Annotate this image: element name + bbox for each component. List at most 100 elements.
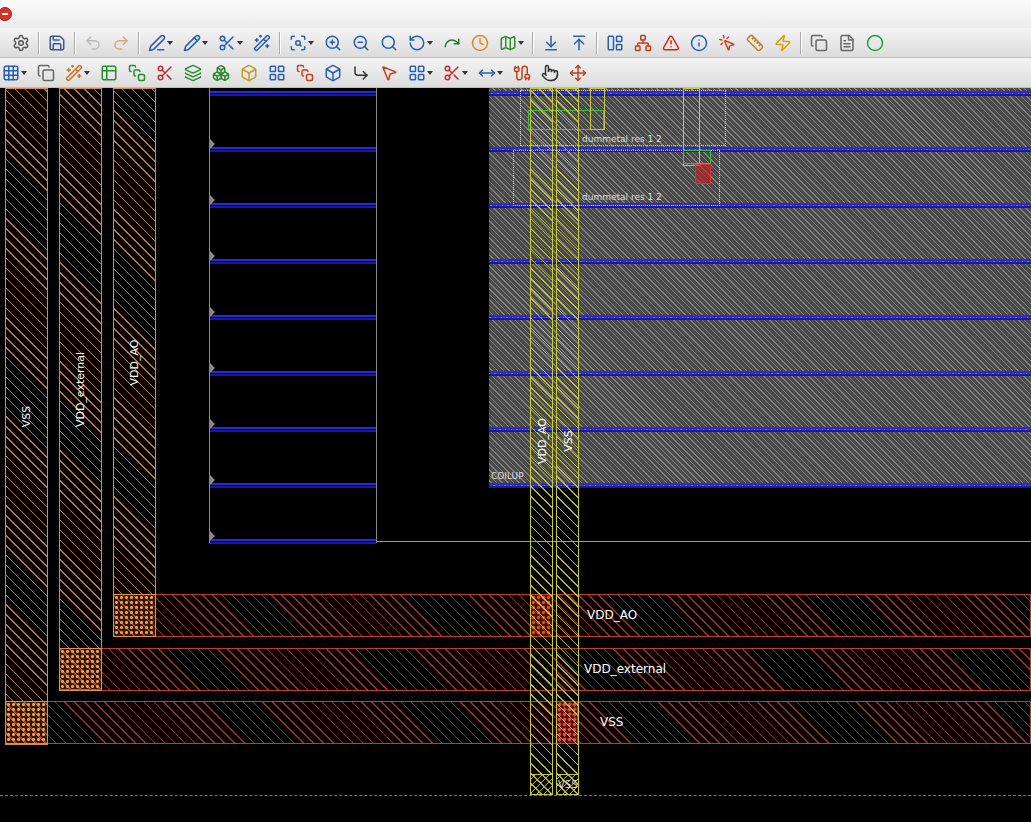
edit-tool-button[interactable] (378, 61, 400, 85)
block-power-rail[interactable]: VSS (556, 88, 579, 795)
tool-icon (478, 64, 496, 82)
dropdown-caret-icon[interactable] (237, 41, 243, 45)
standard-cell-rows[interactable] (209, 88, 377, 543)
via-stack[interactable] (113, 594, 156, 637)
horizontal-power-rail[interactable] (5, 701, 1031, 744)
edit-tool-button[interactable] (441, 61, 470, 85)
main-tool-button[interactable] (688, 31, 710, 55)
dropdown-caret-icon[interactable] (427, 41, 433, 45)
dropdown-caret-icon[interactable] (497, 71, 503, 75)
edit-tool-button[interactable] (406, 61, 435, 85)
tool-icon (112, 34, 130, 52)
dropdown-caret-icon[interactable] (202, 41, 208, 45)
edit-tool-button[interactable] (567, 61, 589, 85)
edit-tool-button[interactable] (238, 61, 260, 85)
instance-label: dummetal res 1 2 (582, 192, 662, 202)
main-tool-button[interactable] (744, 31, 766, 55)
main-tool-button[interactable] (469, 31, 491, 55)
edit-tool-button[interactable] (35, 61, 57, 85)
row-rail (210, 427, 376, 432)
block-power-rail[interactable]: VDD_AO (530, 88, 553, 795)
rail-label: VDD_external (74, 351, 87, 426)
tool-icon (100, 64, 118, 82)
main-tool-button[interactable] (716, 31, 738, 55)
main-tool-button[interactable] (146, 31, 175, 55)
dropdown-caret-icon[interactable] (518, 41, 524, 45)
toolbar-separator (532, 32, 534, 54)
layout-canvas[interactable]: VSSVDD_externalVDD_AOCOILUPdummetal res … (0, 88, 1031, 822)
edit-tool-button[interactable] (322, 61, 344, 85)
vertical-power-rail[interactable]: VSS (5, 88, 48, 745)
main-tool-button[interactable] (836, 31, 858, 55)
main-tool-button[interactable] (82, 31, 104, 55)
pin-shape[interactable] (683, 150, 711, 164)
main-tool-button[interactable] (181, 31, 210, 55)
main-tool-button[interactable] (10, 31, 32, 55)
tool-icon (838, 34, 856, 52)
main-tool-button[interactable] (540, 31, 562, 55)
main-tool-button[interactable] (378, 31, 400, 55)
wire-shape[interactable] (590, 88, 605, 130)
tool-icon (443, 64, 461, 82)
edit-tool-button[interactable] (182, 61, 204, 85)
toolbar-separator (800, 32, 802, 54)
tool-icon (774, 34, 792, 52)
edit-tool-button[interactable] (539, 61, 561, 85)
main-tool-button[interactable] (568, 31, 590, 55)
main-tool-button[interactable] (46, 31, 68, 55)
edit-tool-button[interactable] (266, 61, 288, 85)
main-tool-button[interactable] (441, 31, 463, 55)
main-tool-button[interactable] (216, 31, 245, 55)
via-stack[interactable] (5, 701, 48, 744)
main-tool-button[interactable] (772, 31, 794, 55)
edit-tool-button[interactable] (350, 61, 372, 85)
row-rail (210, 539, 376, 544)
main-tool-button[interactable] (864, 31, 886, 55)
marker-shape[interactable] (695, 164, 711, 184)
tool-icon (156, 64, 174, 82)
dropdown-caret-icon[interactable] (84, 71, 90, 75)
edit-tool-button[interactable] (294, 61, 316, 85)
dropdown-caret-icon[interactable] (462, 71, 468, 75)
main-tool-button[interactable] (287, 31, 316, 55)
edit-tool-button[interactable] (476, 61, 505, 85)
tool-icon (65, 64, 83, 82)
rail-label: VDD_AO (128, 340, 141, 386)
edit-tool-button[interactable] (0, 61, 29, 85)
dropdown-caret-icon[interactable] (427, 71, 433, 75)
title-bar (0, 0, 1031, 28)
main-tool-button[interactable] (632, 31, 654, 55)
dropdown-caret-icon[interactable] (21, 71, 27, 75)
main-tool-button[interactable] (350, 31, 372, 55)
main-tool-button[interactable] (604, 31, 626, 55)
edit-tool-button[interactable] (511, 61, 533, 85)
edit-tool-button[interactable] (154, 61, 176, 85)
tool-icon (184, 64, 202, 82)
rail-end-label: VSS (558, 779, 578, 790)
row-orient-icon (210, 139, 215, 149)
rail-label: VDD_AO (535, 418, 548, 464)
main-tool-button[interactable] (660, 31, 682, 55)
edit-tool-button[interactable] (210, 61, 232, 85)
row-rail (210, 203, 376, 208)
edit-tool-button[interactable] (126, 61, 148, 85)
tool-icon (810, 34, 828, 52)
edit-tool-button[interactable] (98, 61, 120, 85)
vertical-power-rail[interactable]: VDD_external (59, 88, 102, 690)
vertical-power-rail[interactable]: VDD_AO (113, 88, 156, 637)
dropdown-caret-icon[interactable] (308, 41, 314, 45)
dropdown-caret-icon[interactable] (167, 41, 173, 45)
main-tool-button[interactable] (322, 31, 344, 55)
main-tool-button[interactable] (497, 31, 526, 55)
main-tool-button[interactable] (406, 31, 435, 55)
close-icon[interactable] (0, 7, 12, 21)
tool-icon (324, 34, 342, 52)
main-tool-button[interactable] (251, 31, 273, 55)
tool-icon (48, 34, 66, 52)
via-stack[interactable] (59, 648, 102, 691)
wire-shape[interactable] (683, 88, 700, 166)
row-rail (210, 483, 376, 488)
main-tool-button[interactable] (808, 31, 830, 55)
main-tool-button[interactable] (110, 31, 132, 55)
edit-tool-button[interactable] (63, 61, 92, 85)
